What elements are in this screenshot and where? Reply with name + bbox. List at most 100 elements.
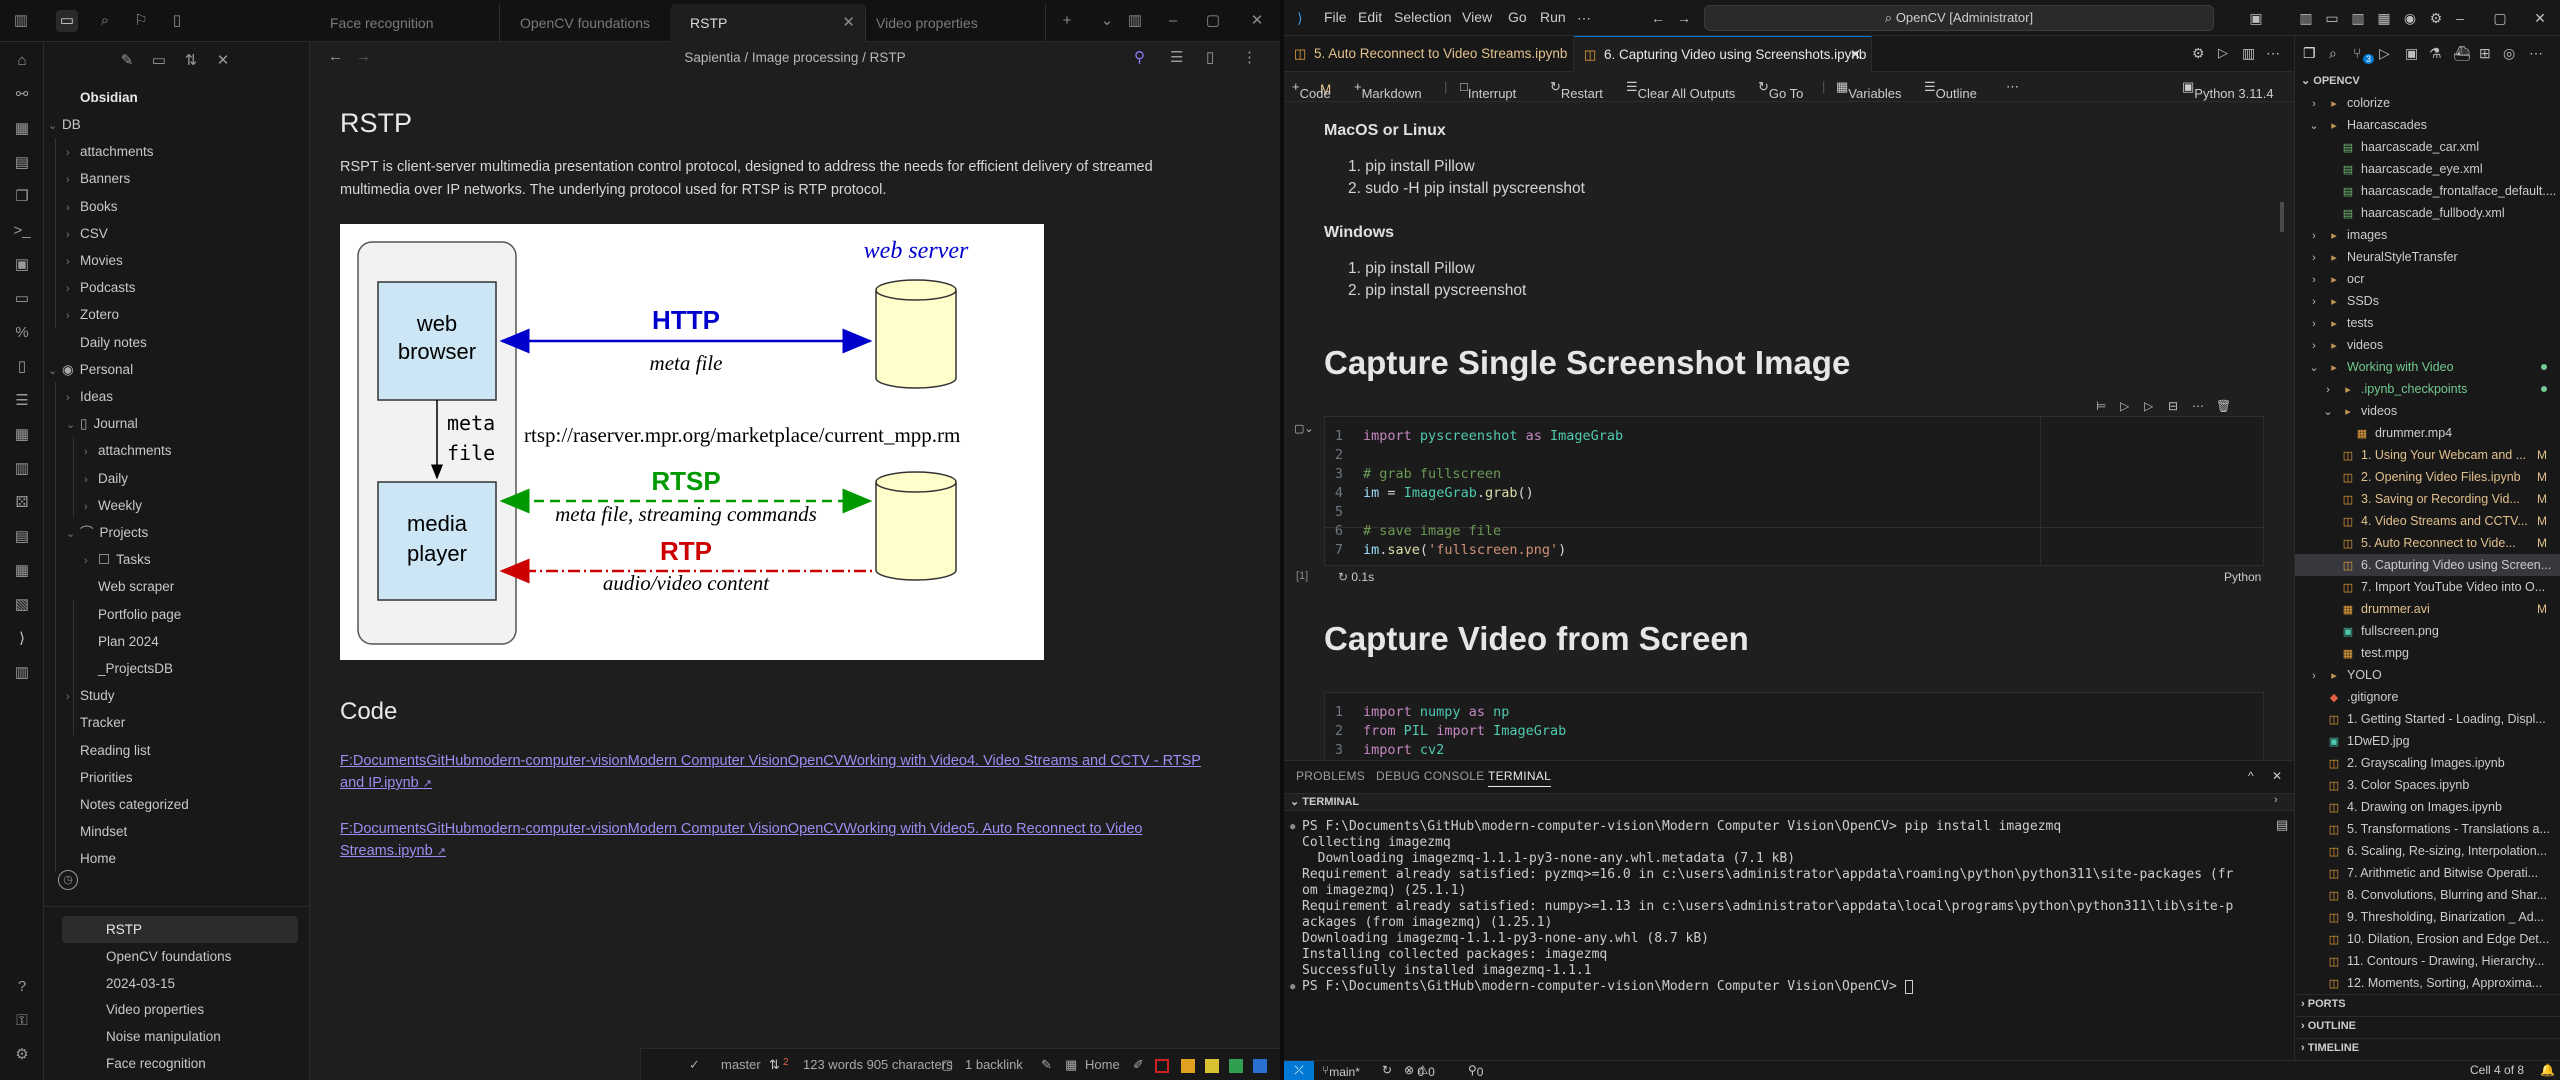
run-below-icon[interactable]: ▷ — [2120, 399, 2129, 413]
layout-icon[interactable]: ▭ — [11, 288, 33, 310]
tree-item[interactable]: Mindset — [66, 818, 310, 845]
explorer-item[interactable]: ▤ haarcascade_eye.xml — [2295, 158, 2560, 180]
tree-item[interactable]: Daily notes — [66, 329, 310, 356]
settings-icon[interactable]: ⚙ — [11, 1044, 33, 1066]
explorer-item[interactable]: ◫ 6. Scaling, Re-sizing, Interpolation... — [2295, 840, 2560, 862]
explorer-item[interactable]: › ▸ images — [2295, 224, 2560, 246]
ports-indicator[interactable]: ⚲ 0 — [1468, 1063, 1483, 1079]
manage-gear-icon[interactable]: ⚙ — [2426, 8, 2446, 28]
search-icon[interactable]: ⌕ — [94, 10, 116, 32]
customize-layout-icon[interactable]: ▦ — [2374, 8, 2394, 28]
menu-go[interactable]: Go — [1508, 9, 1527, 25]
tree-item[interactable]: ⌄ ⌒ Projects — [66, 519, 310, 546]
tree-item[interactable]: Web scraper — [84, 573, 310, 600]
sort-icon[interactable]: ⇅ — [180, 50, 202, 72]
list-icon[interactable]: ☰ — [11, 390, 33, 412]
columns-icon[interactable]: ▥ — [11, 458, 33, 480]
file-icon[interactable]: ▯ — [166, 10, 188, 32]
explorer-item[interactable]: › ▸ colorize — [2295, 92, 2560, 114]
split-icon[interactable]: ▥ — [1124, 10, 1146, 32]
tree-item[interactable]: › Daily — [84, 465, 310, 492]
collapse-icon[interactable]: ✕ — [212, 50, 234, 72]
explorer-item[interactable]: ▦ drummer.avi M — [2295, 598, 2560, 620]
forward-icon[interactable]: → — [1674, 8, 1694, 28]
explorer-item[interactable]: › ▸ SSDs — [2295, 290, 2560, 312]
explorer-item[interactable]: ◆ .gitignore — [2295, 686, 2560, 708]
tree-item[interactable]: › Ideas — [66, 383, 310, 410]
cell-language[interactable]: Python — [2224, 570, 2261, 584]
split-editor-icon[interactable]: ▥ — [2242, 45, 2255, 62]
clock-icon[interactable]: ◷ — [58, 870, 78, 890]
explorer-item[interactable]: ◫ 7. Import YouTube Video into O... — [2295, 576, 2560, 598]
explorer-item[interactable]: ◫ 8. Convolutions, Blurring and Shar... — [2295, 884, 2560, 906]
explorer-item[interactable]: ▣ fullscreen.png — [2295, 620, 2560, 642]
cell-more-icon[interactable]: ⋯ — [2192, 399, 2204, 413]
explorer-item[interactable]: ◫ 4. Drawing on Images.ipynb — [2295, 796, 2560, 818]
tree-item[interactable]: Notes categorized — [66, 791, 310, 818]
home-icon[interactable]: ⌂ — [11, 50, 33, 72]
delete-cell-icon[interactable]: 🗑 — [2216, 399, 2231, 413]
problems-indicator[interactable]: ⊗ 0 ⚠ 0 — [1404, 1063, 1435, 1079]
explorer-item[interactable]: ◫ 11. Contours - Drawing, Hierarchy... — [2295, 950, 2560, 972]
image-icon[interactable]: ▣ — [11, 254, 33, 276]
recent-file-item[interactable]: Video properties — [62, 996, 298, 1023]
explorer-item[interactable]: › ▸ YOLO — [2295, 664, 2560, 686]
minimize-icon[interactable]: – — [1162, 10, 1184, 32]
tab-terminal[interactable]: TERMINAL — [1488, 769, 1552, 787]
git-branch[interactable]: master — [721, 1057, 761, 1072]
vault-icon[interactable]: ⚿ — [11, 1010, 33, 1032]
clear-outputs-button[interactable]: ☰ Clear All Outputs — [1626, 79, 1735, 101]
section-outline[interactable]: › OUTLINE — [2301, 1020, 2356, 1032]
tree-item[interactable]: › ☐ Tasks — [84, 546, 310, 573]
tab-capturing-video[interactable]: ◫ 6. Capturing Video using Screenshots.i… — [1574, 36, 1872, 72]
more-menu-icon[interactable]: ⋯ — [1574, 8, 1594, 28]
more-options-icon[interactable]: ⋮ — [1242, 48, 1257, 66]
more-views-icon[interactable]: ⋯ — [2529, 45, 2543, 62]
maximize-panel-icon[interactable]: ^ — [2248, 769, 2254, 783]
add-code-button[interactable]: + Code — [1292, 79, 1331, 101]
goto-button[interactable]: ↻ Go To — [1758, 79, 1803, 101]
code-cell-1[interactable]: 1 import pyscreenshot as ImageGrab 2 3 # g… — [1324, 416, 2264, 528]
tab-problems[interactable]: PROBLEMS — [1296, 769, 1365, 783]
outline-button[interactable]: ☰ Outline — [1924, 79, 1977, 101]
run-debug-icon[interactable]: ▷ — [2379, 45, 2390, 62]
recent-file-item[interactable]: 2024-03-15 — [62, 970, 298, 997]
swatch-yellow[interactable] — [1205, 1059, 1219, 1073]
vault-name[interactable]: Obsidian — [80, 84, 138, 111]
explorer-item[interactable]: › ▸ ocr — [2295, 268, 2560, 290]
help-icon[interactable]: ? — [11, 976, 33, 998]
tab-rstp[interactable]: RSTP ✕ — [670, 4, 866, 42]
close-panel-icon[interactable]: ✕ — [2272, 769, 2282, 783]
tree-item[interactable]: › attachments — [66, 138, 310, 165]
sidebar-toggle-icon[interactable]: ▥ — [10, 10, 32, 32]
recent-file-item[interactable]: Face recognition — [62, 1050, 298, 1077]
explorer-item[interactable]: ◫ 3. Color Spaces.ipynb — [2295, 774, 2560, 796]
terminal-chevron-icon[interactable]: › — [2274, 794, 2278, 806]
menu-run[interactable]: Run — [1540, 9, 1566, 25]
explorer-item[interactable]: ◫ 6. Capturing Video using Screen... — [2295, 554, 2560, 576]
tree-item[interactable]: Home — [66, 845, 310, 872]
tree-item[interactable]: Plan 2024 — [84, 628, 310, 655]
tree-item[interactable]: › Movies — [66, 247, 310, 274]
layout-icon[interactable]: ▣ — [2246, 8, 2266, 28]
brush-icon[interactable]: ✐ — [1133, 1057, 1144, 1073]
recent-file-item[interactable]: Noise manipulation — [62, 1023, 298, 1050]
git-branch[interactable]: ⑂ main* — [1322, 1063, 1360, 1079]
section-ports[interactable]: › PORTS — [2301, 998, 2346, 1010]
explorer-item[interactable]: ⌄ ▸ Working with Video — [2295, 356, 2560, 378]
source-control-icon[interactable]: ⑂ — [2353, 45, 2361, 61]
swatch-green[interactable] — [1229, 1059, 1243, 1073]
explorer-item[interactable]: ◫ 2. Opening Video Files.ipynb M — [2295, 466, 2560, 488]
tree-item[interactable]: Priorities — [66, 764, 310, 791]
search-icon[interactable]: ⌕ — [2329, 45, 2337, 62]
tree-item[interactable]: › attachments — [84, 437, 310, 464]
notebook-link-4[interactable]: F:DocumentsGitHubmodern-computer-visionM… — [340, 750, 1220, 795]
tab-debug-console[interactable]: DEBUG CONSOLE — [1376, 769, 1485, 783]
tree-item[interactable]: › Weekly — [84, 492, 310, 519]
menu-view[interactable]: View — [1462, 9, 1492, 25]
chevron-down-icon[interactable]: ⌄ — [1096, 10, 1118, 32]
sync-icon[interactable]: ⇅ — [769, 1057, 780, 1073]
close-tab-icon[interactable]: ✕ — [1850, 37, 1861, 73]
jupyter-icon[interactable]: ◎ — [2503, 45, 2515, 62]
card-icon[interactable]: ▤ — [11, 526, 33, 548]
